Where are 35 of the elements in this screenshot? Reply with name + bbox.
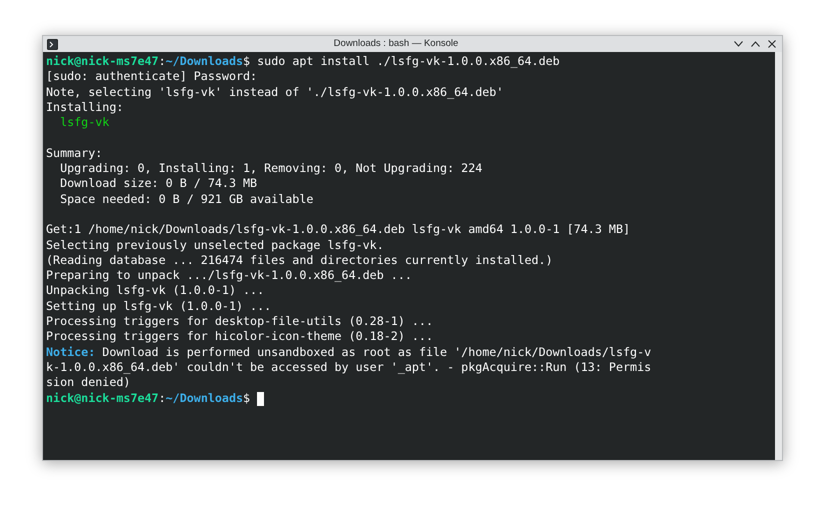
output-line: Upgrading: 0, Installing: 1, Removing: 0, Not Upgrading: 224 — [59, 161, 484, 176]
output-line: Preparing to unpack .../lsfg-vk-1.0.0.x86_64.deb ... — [46, 268, 413, 284]
prompt-separator: : — [158, 54, 166, 70]
output-line: Summary: — [46, 146, 104, 162]
prompt-path: ~/Downloads — [166, 54, 244, 70]
output-line: Unpacking lsfg-vk (1.0.0-1) ... — [46, 283, 266, 299]
output-line: sion denied) — [46, 375, 132, 391]
window-title: Downloads : bash — Konsole — [332, 37, 460, 51]
output-line: Processing triggers for hicolor-icon-theme (0.18-2) ... — [46, 329, 434, 345]
output-line: Note, selecting 'lsfg-vk' instead of './lsfg-vk-1.0.0.x86_64.deb' — [46, 84, 504, 100]
notice-label: Notice: — [46, 344, 96, 360]
output-line: Download is performed unsandboxed as root as file '/home/nick/Downloads/lsfg-v — [101, 344, 652, 360]
output-line: k-1.0.0.x86_64.deb' couldn't be accessed by user '_apt'. - pkgAcquire::Run (13: Permis — [46, 360, 652, 376]
terminal-icon — [47, 38, 58, 50]
output-line: Processing triggers for desktop-file-utils (0.28-1) ... — [46, 314, 434, 330]
close-icon[interactable] — [768, 40, 776, 48]
maximize-icon[interactable] — [751, 41, 760, 47]
output-line: Selecting previously unselected package lsfg-vk. — [46, 238, 385, 253]
prompt-symbol: $ — [243, 54, 250, 70]
prompt-user: nick@nick-ms7e47 — [46, 390, 159, 406]
minimize-icon[interactable] — [734, 41, 743, 47]
output-line: (Reading database ... 216474 files and directories currently installed.) — [46, 252, 554, 268]
package-name: lsfg-vk — [59, 115, 110, 130]
output-line: Setting up lsfg-vk (1.0.0-1) ... — [46, 298, 272, 314]
prompt-separator: : — [158, 390, 166, 406]
command-text: sudo apt install ./lsfg-vk-1.0.0.x86_64.deb — [256, 54, 560, 70]
output-line: Get:1 /home/nick/Downloads/lsfg-vk-1.0.0.x86_64.deb lsfg-vk amd64 1.0.0-1 [74.3 MB] — [46, 222, 632, 238]
output-line: Download size: 0 B / 74.3 MB — [59, 176, 258, 192]
scrollbar[interactable] — [775, 52, 782, 460]
prompt-symbol: $ — [243, 390, 250, 406]
output-line: Installing: — [46, 100, 124, 116]
prompt-path: ~/Downloads — [166, 390, 244, 406]
prompt-user: nick@nick-ms7e47 — [46, 54, 159, 70]
output-line: [sudo: authenticate] Password: — [46, 69, 258, 85]
output-line: Space needed: 0 B / 921 GB available — [59, 192, 314, 207]
